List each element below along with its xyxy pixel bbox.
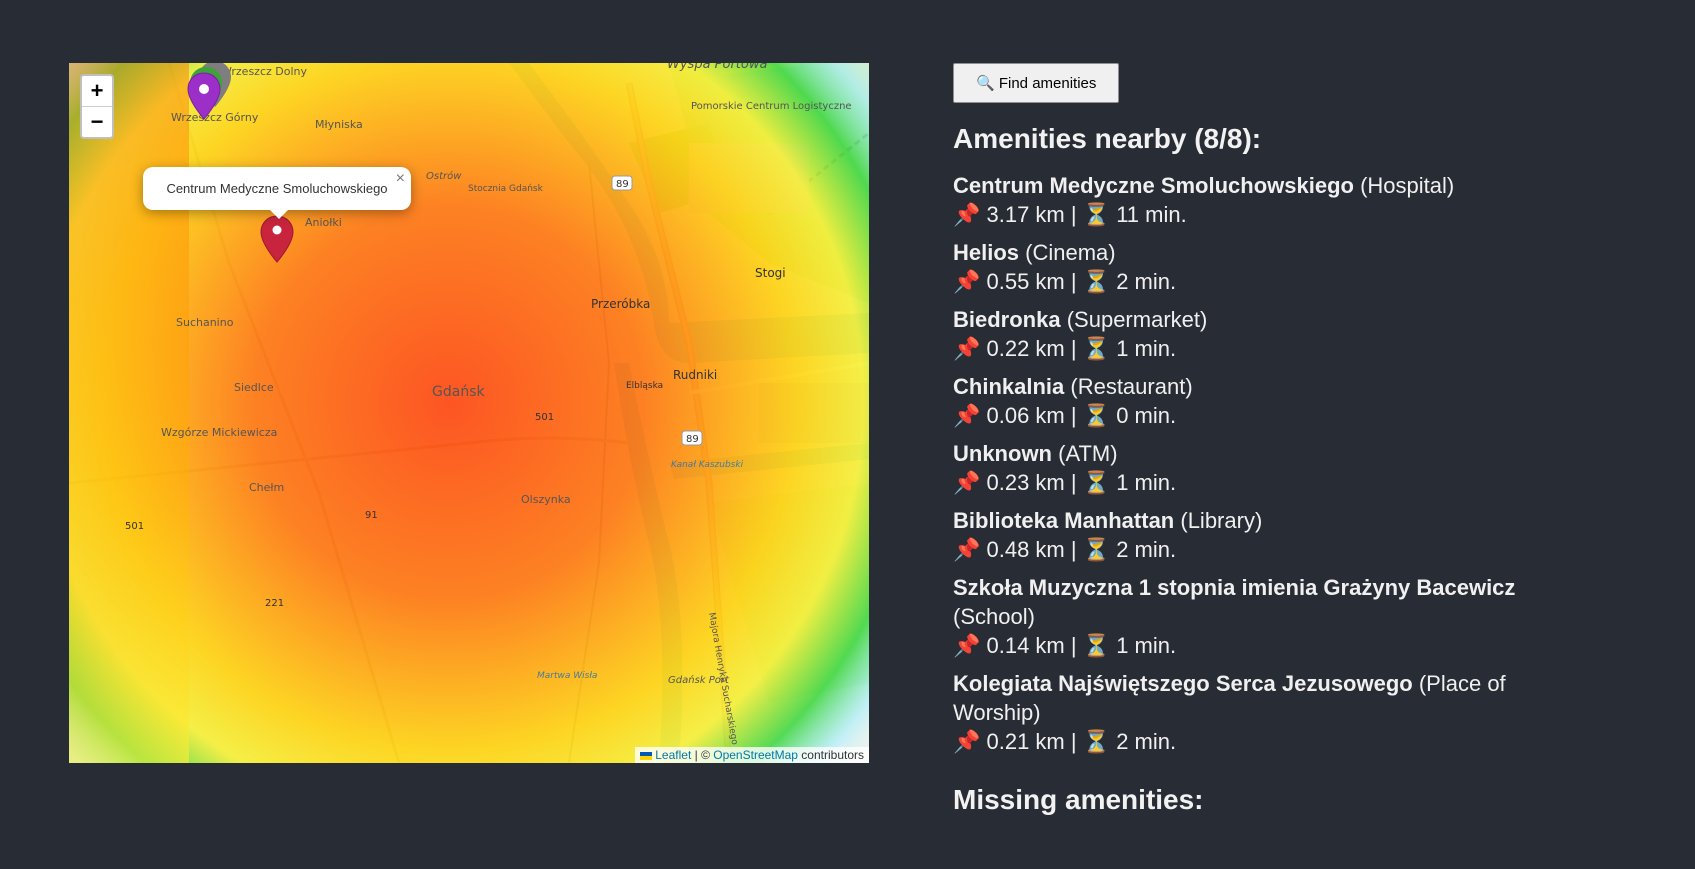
amenity-name: Biblioteka Manhattan [953, 508, 1175, 533]
amenity-type: (ATM) [1058, 441, 1118, 466]
amenity-type: (Restaurant) [1070, 374, 1193, 399]
amenity-distance-time: 📌 0.14 km | ⏳ 1 min. [953, 633, 1177, 658]
missing-amenities-heading: Missing amenities: [953, 784, 1204, 815]
amenity-item: Chinkalnia (Restaurant) 📌 0.06 km | ⏳ 0 m… [953, 372, 1593, 430]
svg-text:Martwa Wisła: Martwa Wisła [537, 671, 597, 681]
svg-text:Ostrów: Ostrów [426, 170, 462, 182]
svg-text:Elbląska: Elbląska [626, 381, 663, 391]
amenity-item: Helios (Cinema) 📌 0.55 km | ⏳ 2 min. [953, 238, 1593, 296]
amenity-item: Szkoła Muzyczna 1 stopnia imienia Grażyn… [953, 573, 1593, 660]
amenity-distance-time: 📌 0.22 km | ⏳ 1 min. [953, 336, 1177, 361]
svg-text:Stocznia Gdańsk: Stocznia Gdańsk [468, 184, 544, 194]
map-attribution: Leaflet | © OpenStreetMap contributors [635, 747, 869, 763]
amenity-name: Szkoła Muzyczna 1 stopnia imienia Grażyn… [953, 575, 1516, 600]
amenity-item: Biblioteka Manhattan (Library) 📌 0.48 km … [953, 506, 1593, 564]
amenity-distance-time: 📌 0.06 km | ⏳ 0 min. [953, 403, 1177, 428]
amenity-item: Biedronka (Supermarket) 📌 0.22 km | ⏳ 1 m… [953, 305, 1593, 363]
marker-purple[interactable] [184, 71, 224, 131]
popup-close-button[interactable]: × [396, 170, 405, 188]
svg-text:Chełm: Chełm [249, 481, 284, 494]
find-amenities-button[interactable]: 🔍 Find amenities [953, 63, 1120, 103]
svg-text:Stogi: Stogi [755, 266, 786, 280]
amenity-name: Biedronka [953, 307, 1061, 332]
svg-text:Młyniska: Młyniska [315, 118, 363, 131]
amenity-item: Centrum Medyczne Smoluchowskiego (Hospit… [953, 171, 1593, 229]
popup-text: Centrum Medyczne Smoluchowskiego [166, 181, 388, 196]
attribution-suffix: contributors [797, 748, 864, 762]
ukraine-flag-icon [640, 751, 653, 760]
attribution-separator: | © [691, 748, 714, 762]
svg-text:Pomorskie Centrum Logistyczne: Pomorskie Centrum Logistyczne [691, 101, 852, 112]
amenity-name: Kolegiata Najświętszego Serca Jezusowego [953, 671, 1413, 696]
svg-text:89: 89 [686, 434, 699, 445]
amenity-type: (Library) [1180, 508, 1263, 533]
svg-text:91: 91 [365, 510, 378, 521]
svg-text:Przeróbka: Przeróbka [591, 297, 650, 311]
svg-text:221: 221 [265, 598, 284, 609]
svg-text:Wyspa Portowa: Wyspa Portowa [667, 63, 767, 72]
amenity-type: (Hospital) [1360, 173, 1455, 198]
amenity-item: Unknown (ATM) 📌 0.23 km | ⏳ 1 min. [953, 439, 1593, 497]
openstreetmap-link[interactable]: OpenStreetMap [713, 748, 798, 762]
svg-text:Olszynka: Olszynka [521, 493, 571, 506]
svg-text:501: 501 [125, 521, 144, 532]
amenities-heading: Amenities nearby (8/8): [953, 123, 1262, 154]
svg-text:Kanał Kaszubski: Kanał Kaszubski [671, 460, 744, 470]
zoom-in-button[interactable]: + [82, 76, 112, 106]
svg-text:Rudniki: Rudniki [673, 368, 717, 382]
amenity-distance-time: 📌 0.23 km | ⏳ 1 min. [953, 470, 1177, 495]
amenity-type: (Supermarket) [1066, 307, 1208, 332]
amenity-name: Centrum Medyczne Smoluchowskiego [953, 173, 1354, 198]
amenity-type: (Cinema) [1025, 240, 1116, 265]
amenity-item: Kolegiata Najświętszego Serca Jezusowego… [953, 669, 1593, 756]
popup-tip [267, 207, 291, 219]
amenity-distance-time: 📌 0.48 km | ⏳ 2 min. [953, 537, 1177, 562]
amenity-type: (School) [953, 604, 1035, 629]
amenity-name: Chinkalnia [953, 374, 1065, 399]
amenities-list: Centrum Medyczne Smoluchowskiego (Hospit… [953, 171, 1593, 756]
svg-text:Aniołki: Aniołki [305, 216, 342, 229]
amenity-distance-time: 📌 0.21 km | ⏳ 2 min. [953, 729, 1177, 754]
amenity-name: Helios [953, 240, 1020, 265]
map-view[interactable]: 89 89 501 501 221 91 Wyspa Portowa Pomor… [69, 63, 869, 763]
marker-hospital[interactable] [257, 214, 297, 274]
svg-text:Wzgórze Mickiewicza: Wzgórze Mickiewicza [161, 426, 277, 439]
amenities-panel: 🔍 Find amenities Amenities nearby (8/8):… [953, 63, 1593, 832]
svg-text:89: 89 [616, 179, 629, 190]
svg-text:501: 501 [535, 412, 554, 423]
zoom-control: + − [80, 74, 114, 139]
svg-text:Suchanino: Suchanino [176, 316, 234, 329]
marker-popup: Centrum Medyczne Smoluchowskiego × [143, 167, 411, 219]
amenity-distance-time: 📌 3.17 km | ⏳ 11 min. [953, 202, 1187, 227]
amenity-name: Unknown [953, 441, 1052, 466]
svg-text:Siedlce: Siedlce [234, 381, 274, 394]
leaflet-link[interactable]: Leaflet [655, 748, 691, 762]
svg-text:Gdańsk: Gdańsk [432, 384, 485, 400]
zoom-out-button[interactable]: − [82, 106, 112, 137]
amenity-distance-time: 📌 0.55 km | ⏳ 2 min. [953, 269, 1177, 294]
